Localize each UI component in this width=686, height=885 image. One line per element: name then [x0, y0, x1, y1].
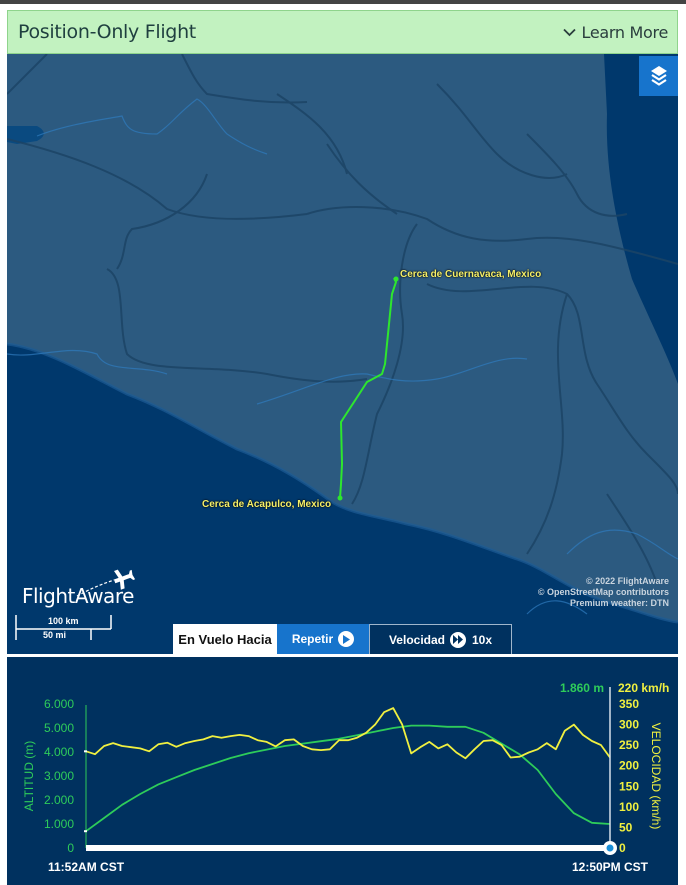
destination-marker	[393, 276, 399, 282]
copyright-flightaware: © 2022 FlightAware	[586, 576, 669, 586]
timeline-handle-dot	[606, 844, 614, 852]
altitude-line	[85, 724, 611, 832]
map-canvas	[7, 54, 678, 654]
origin-marker	[337, 495, 343, 501]
speed-tick-label: 150	[619, 779, 639, 793]
flight-status: En Vuelo Hacia	[173, 624, 277, 654]
speed-button[interactable]: Velocidad 10x	[369, 624, 512, 654]
speed-value: 10x	[472, 632, 493, 647]
speed-label: Velocidad	[388, 632, 445, 647]
destination-label: Cerca de Cuernavaca, Mexico	[400, 269, 542, 280]
altitude-axis-label: ALTITUD (m)	[22, 741, 36, 811]
flight-route	[339, 277, 398, 499]
logo-text: FlightAware	[22, 584, 134, 608]
learn-more-button[interactable]: Learn More	[562, 22, 669, 42]
map-scale: 100 km 50 mi	[15, 614, 115, 644]
altitude-tick-label: 4.000	[44, 745, 74, 759]
replay-button[interactable]: Repetir	[277, 624, 369, 654]
start-time-label: 11:52AM CST	[48, 860, 125, 874]
play-icon	[338, 631, 355, 647]
speed-axis-label: VELOCIDAD (km/h)	[649, 723, 663, 830]
current-speed: 220 km/h	[618, 681, 669, 695]
map-layers-button[interactable]	[639, 56, 678, 96]
speed-tick-label: 300	[619, 718, 639, 732]
speed-tick-label: 0	[619, 841, 626, 855]
speed-tick-label: 100	[619, 800, 639, 814]
altitude-tick-label: 6.000	[44, 697, 74, 711]
altitude-speed-chart: 0 1.000 2.000 3.000 4.000 5.000 6.000 0 50 100 15…	[22, 681, 669, 874]
chevron-down-icon	[562, 28, 576, 36]
speed-line	[85, 707, 611, 760]
timeline-track[interactable]	[86, 845, 610, 851]
banner-title: Position-Only Flight	[18, 21, 196, 43]
map-attribution: © 2022 FlightAware © OpenStreetMap contr…	[538, 576, 669, 609]
altitude-tick-label: 2.000	[44, 793, 74, 807]
copyright-osm[interactable]: © OpenStreetMap contributors	[538, 587, 669, 598]
altitude-tick-label: 0	[67, 841, 74, 855]
layers-icon	[650, 66, 667, 86]
playback-controls: En Vuelo Hacia Repetir Velocidad 10x	[173, 624, 512, 654]
scale-mi: 50 mi	[43, 630, 67, 640]
current-altitude: 1.860 m	[560, 681, 604, 695]
altitude-tick-label: 5.000	[44, 721, 74, 735]
learn-more-label: Learn More	[581, 22, 669, 42]
altitude-tick-label: 3.000	[44, 769, 74, 783]
fast-forward-icon	[450, 631, 466, 648]
scale-km: 100 km	[48, 616, 79, 626]
speed-tick-label: 250	[619, 738, 639, 752]
altitude-tick-label: 1.000	[44, 817, 74, 831]
speed-tick-label: 50	[619, 820, 633, 834]
origin-label: Cerca de Acapulco, Mexico	[202, 499, 332, 510]
replay-label: Repetir	[291, 632, 334, 646]
top-border	[0, 0, 686, 4]
ocean-ne	[604, 54, 678, 384]
speed-tick-label: 200	[619, 759, 639, 773]
flight-map[interactable]: Cerca de Cuernavaca, Mexico Cerca de Aca…	[7, 54, 678, 654]
copyright-weather: Premium weather: DTN	[569, 598, 669, 608]
position-only-banner: Position-Only Flight Learn More	[7, 10, 678, 54]
speed-tick-label: 350	[619, 697, 639, 711]
end-time-label: 12:50PM CST	[572, 860, 649, 874]
